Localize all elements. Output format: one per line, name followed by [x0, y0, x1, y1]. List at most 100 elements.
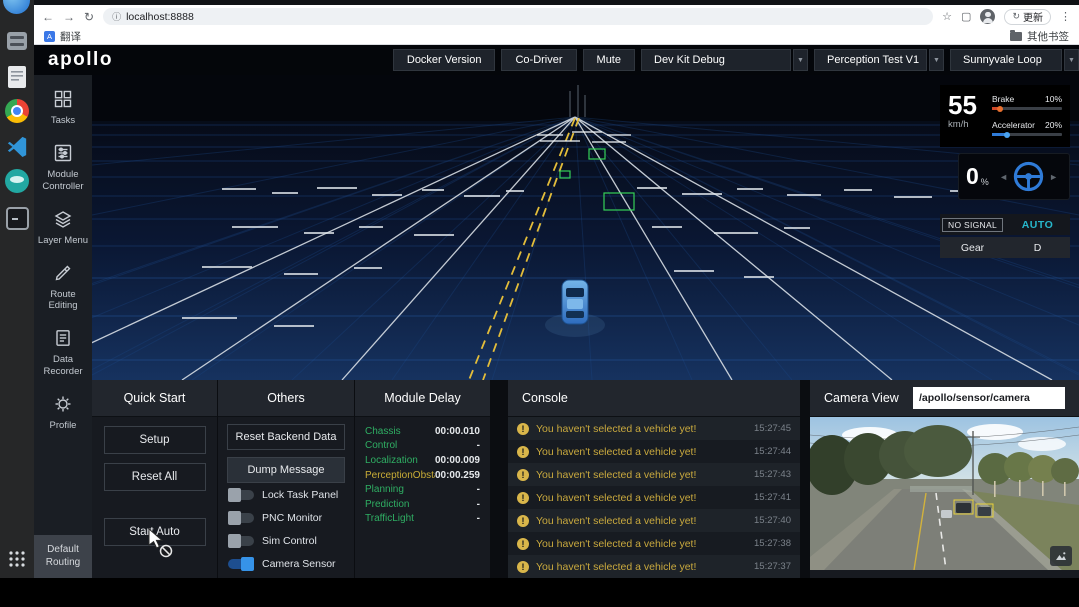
side-panel-icon[interactable]: ▢ [961, 10, 971, 23]
accelerator-label: Accelerator [992, 120, 1035, 130]
toggle-sim-control[interactable]: Sim Control [218, 529, 354, 552]
console-message: ! You haven't selected a vehicle yet! 15:2… [508, 440, 800, 463]
mute-button[interactable]: Mute [582, 49, 635, 71]
sidebar-item-label: Data Recorder [43, 354, 83, 378]
default-routing-button[interactable]: Default Routing [34, 535, 92, 578]
co-driver-button[interactable]: Co-Driver [501, 49, 577, 71]
profile-gear-icon [55, 396, 71, 412]
browser-update-button[interactable]: ↻ 更新 [1004, 8, 1051, 25]
camera-topic-input[interactable] [913, 387, 1065, 409]
console-message: ! You haven't selected a vehicle yet! 15:2… [508, 532, 800, 555]
signal-panel: NO SIGNAL AUTO Gear D [940, 214, 1070, 260]
app-grid-icon[interactable] [4, 546, 30, 572]
bookmark-label: 翻译 [60, 30, 81, 43]
accelerator-slider [992, 131, 1062, 138]
profile-avatar[interactable] [980, 9, 996, 24]
other-bookmarks[interactable]: 其他书签 [1010, 29, 1069, 44]
brake-indicator: Brake 10% [992, 94, 1062, 112]
warning-icon: ! [517, 445, 529, 458]
module-delay-row: Chassis 00:00.010 [365, 425, 480, 437]
url-text: localhost:8888 [126, 10, 194, 23]
sidebar-item-route-editing[interactable]: Route Editing [34, 261, 92, 315]
menu-icon[interactable]: ⋮ [1060, 10, 1071, 23]
sidebar-item-label: Default Routing [45, 544, 81, 568]
console-message: ! You haven't selected a vehicle yet! 15:2… [508, 463, 800, 486]
toggle-switch[interactable] [228, 556, 254, 571]
sidebar-item-module-controller[interactable]: Module Controller [34, 141, 92, 195]
back-icon[interactable]: ← [42, 11, 54, 23]
chevron-down-icon[interactable]: ▼ [793, 49, 808, 71]
sidebar-item-label: Module Controller [42, 168, 84, 192]
forward-icon[interactable]: → [63, 11, 75, 23]
vscode-icon[interactable] [4, 133, 30, 159]
warning-icon: ! [517, 468, 529, 481]
other-bookmarks-label: 其他书签 [1027, 30, 1069, 43]
image-icon [1056, 552, 1066, 560]
accelerator-indicator: Accelerator 20% [992, 120, 1062, 138]
desktop-app-icon[interactable] [3, 0, 30, 14]
sidebar-item-label: Layer Menu [37, 234, 89, 246]
module-delay-row: TrafficLight - [365, 513, 480, 525]
translate-icon: A [44, 30, 55, 42]
docker-version-button[interactable]: Docker Version [392, 49, 496, 71]
warning-icon: ! [517, 537, 529, 550]
speed-value: 55 [948, 90, 977, 120]
dump-message-button[interactable]: Dump Message [227, 457, 345, 483]
sidebar-item-data-recorder[interactable]: Data Recorder [34, 326, 92, 380]
info-icon[interactable]: ⓘ [112, 10, 121, 23]
brake-percent: 10% [1044, 94, 1062, 104]
toggle-switch[interactable] [228, 533, 254, 548]
toggle-switch[interactable] [228, 487, 254, 502]
terminal-icon[interactable] [4, 205, 30, 231]
bookmark-translate[interactable]: A 翻译 [44, 29, 81, 44]
url-bar[interactable]: ⓘ localhost:8888 [103, 8, 934, 25]
dropdown-map-sunnyvale-loop[interactable]: Sunnyvale Loop ▼ [950, 49, 1079, 71]
star-icon[interactable]: ☆ [942, 10, 952, 23]
os-taskbar [0, 0, 34, 578]
sidebar-item-layer-menu[interactable]: Layer Menu [34, 207, 92, 249]
sidebar-item-profile[interactable]: Profile [34, 392, 92, 434]
panel-title: Others [218, 380, 354, 417]
chevron-down-icon[interactable]: ▼ [1064, 49, 1079, 71]
teal-app-icon[interactable] [4, 168, 30, 194]
toggle-switch[interactable] [228, 510, 254, 525]
reset-all-button[interactable]: Reset All [103, 463, 206, 491]
chevron-down-icon[interactable]: ▼ [929, 49, 944, 71]
route-editing-icon [55, 265, 71, 280]
start-auto-button[interactable]: Start Auto [103, 518, 206, 546]
setup-button[interactable]: Setup [103, 426, 206, 454]
reset-backend-data-button[interactable]: Reset Backend Data [227, 424, 345, 450]
dropdown-perception-test[interactable]: Perception Test V1 ▼ [814, 49, 944, 71]
sidebar-item-tasks[interactable]: Tasks [34, 87, 92, 129]
file-manager-icon[interactable] [4, 28, 30, 54]
apollo-logo: apollo [48, 49, 113, 70]
dropdown-label: Dev Kit Debug [641, 49, 791, 71]
apollo-app: apollo Docker Version Co-Driver Mute Dev… [34, 45, 1079, 578]
toggle-label: Sim Control [262, 534, 317, 547]
dropdown-dev-kit-debug[interactable]: Dev Kit Debug ▼ [641, 49, 808, 71]
sidebar-item-label: Tasks [50, 115, 76, 126]
signal-status[interactable]: NO SIGNAL [942, 217, 1003, 232]
chrome-icon[interactable] [4, 98, 30, 124]
main-3d-view[interactable] [92, 75, 1079, 380]
module-delay-panel: Module Delay Chassis 00:00.010 Control - L… [355, 380, 490, 578]
steering-wheel-icon [1013, 161, 1044, 192]
console-message: ! You haven't selected a vehicle yet! 15:2… [508, 417, 800, 440]
browser-toolbar: ← → ↻ ⓘ localhost:8888 ☆ ▢ ↻ 更新 ⋮ [34, 5, 1079, 28]
reload-icon[interactable]: ↻ [84, 11, 94, 23]
warning-icon: ! [517, 514, 529, 527]
letterbox-strip [0, 578, 1079, 607]
toggle-camera-sensor[interactable]: Camera Sensor [218, 552, 354, 575]
console-message: ! You haven't selected a vehicle yet! 15:2… [508, 486, 800, 509]
text-editor-icon[interactable] [4, 64, 30, 90]
toggle-pnc-monitor[interactable]: PNC Monitor [218, 506, 354, 529]
console-panel: Console ! You haven't selected a vehicle … [508, 380, 800, 578]
panel-title: Module Delay [355, 380, 490, 417]
camera-expand-button[interactable] [1050, 546, 1072, 566]
sidebar-item-label: Profile [49, 420, 77, 431]
main-area: 55 km/h Brake 10% Accelerator 20% 0 % ◄ … [92, 75, 1079, 578]
toggle-lock-task-panel[interactable]: Lock Task Panel [218, 483, 354, 506]
folder-icon [1010, 29, 1022, 41]
quick-start-panel: Quick Start Setup Reset All Start Auto [92, 380, 218, 578]
gear-row: Gear D [940, 237, 1070, 258]
